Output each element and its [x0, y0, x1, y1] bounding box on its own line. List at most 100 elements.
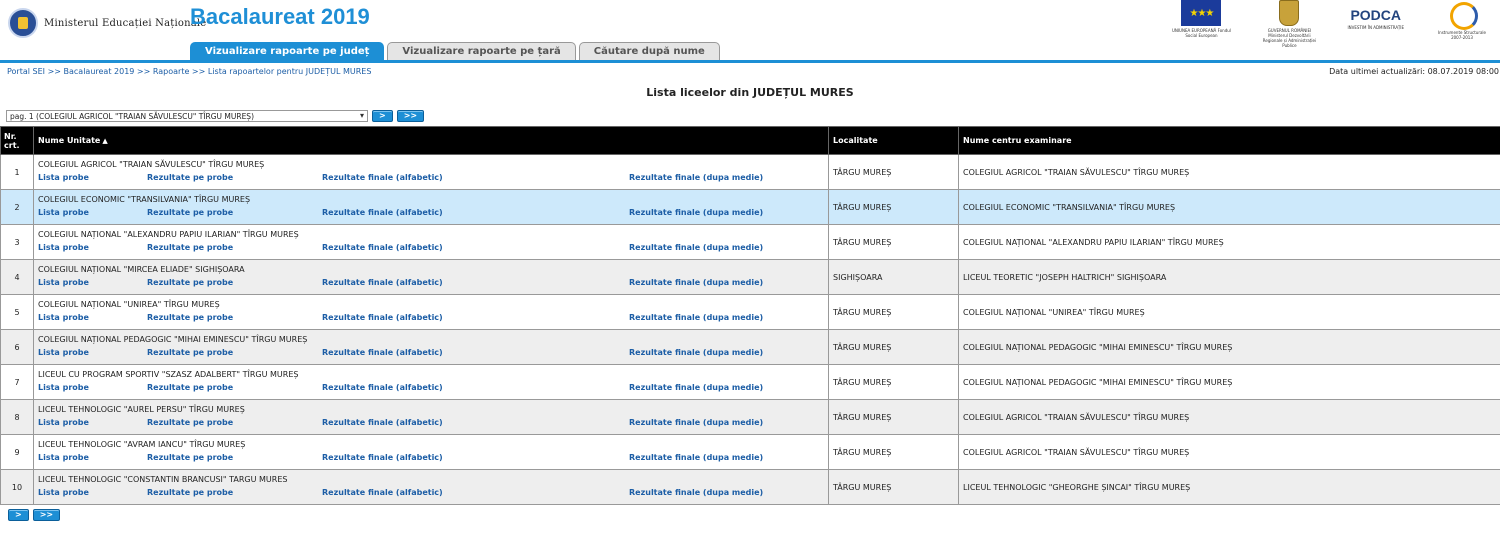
link-rezultate-alfabetic[interactable]: Rezultate finale (alfabetic) [322, 313, 443, 322]
table-row[interactable]: 8 LICEUL TEHNOLOGIC "AUREL PERSU" TÎRGU M… [0, 399, 1500, 435]
unit-links: Lista probe Rezultate pe probe Rezultate f… [38, 173, 824, 185]
exam-center-cell: COLEGIUL NAȚIONAL PEDAGOGIC "MIHAI EMINE… [958, 364, 1500, 400]
link-rezultate-alfabetic[interactable]: Rezultate finale (alfabetic) [322, 453, 443, 462]
ministry-name: Ministerul Educației Naționale [44, 17, 207, 29]
link-rezultate-alfabetic[interactable]: Rezultate finale (alfabetic) [322, 243, 443, 252]
tab-country-reports[interactable]: Vizualizare rapoarte pe țară [387, 42, 576, 60]
table-row[interactable]: 2 COLEGIUL ECONOMIC "TRANSILVANIA" TÎRGU … [0, 189, 1500, 225]
link-rezultate-dupa-medie[interactable]: Rezultate finale (dupa medie) [629, 383, 763, 392]
ministry-seal-icon [8, 8, 38, 38]
link-rezultate-pe-probe[interactable]: Rezultate pe probe [147, 173, 233, 182]
link-lista-probe[interactable]: Lista probe [38, 243, 89, 252]
unit-cell: LICEUL TEHNOLOGIC "AUREL PERSU" TÎRGU MU… [33, 399, 829, 435]
next-page-button[interactable]: > [372, 110, 393, 122]
link-rezultate-alfabetic[interactable]: Rezultate finale (alfabetic) [322, 383, 443, 392]
unit-cell: COLEGIUL NAȚIONAL "MIRCEA ELIADE" SIGHIȘ… [33, 259, 829, 295]
link-rezultate-alfabetic[interactable]: Rezultate finale (alfabetic) [322, 278, 443, 287]
table-row[interactable]: 9 LICEUL TEHNOLOGIC "AVRAM IANCU" TÎRGU M… [0, 434, 1500, 470]
row-number: 10 [0, 469, 34, 505]
link-rezultate-dupa-medie[interactable]: Rezultate finale (dupa medie) [629, 418, 763, 427]
gov-caption: GUVERNUL ROMÂNIEI Ministerul Dezvoltării… [1262, 28, 1317, 48]
unit-name: COLEGIUL NAȚIONAL "UNIREA" TÎRGU MUREȘ [38, 300, 220, 309]
exam-center-cell: COLEGIUL AGRICOL "TRAIAN SĂVULESCU" TÎRG… [958, 399, 1500, 435]
instrumente-structurale-icon [1447, 0, 1478, 30]
breadcrumb[interactable]: Portal SEI >> Bacalaureat 2019 >> Rapoar… [7, 67, 371, 76]
link-rezultate-pe-probe[interactable]: Rezultate pe probe [147, 348, 233, 357]
table-row[interactable]: 7 LICEUL CU PROGRAM SPORTIV "SZASZ ADALBE… [0, 364, 1500, 400]
link-rezultate-dupa-medie[interactable]: Rezultate finale (dupa medie) [629, 453, 763, 462]
locality-cell: TÂRGU MUREȘ [828, 399, 959, 435]
table-row[interactable]: 1 COLEGIUL AGRICOL "TRAIAN SĂVULESCU" TÎR… [0, 154, 1500, 190]
link-rezultate-pe-probe[interactable]: Rezultate pe probe [147, 243, 233, 252]
link-rezultate-pe-probe[interactable]: Rezultate pe probe [147, 418, 233, 427]
unit-name: LICEUL TEHNOLOGIC "AVRAM IANCU" TÎRGU MU… [38, 440, 246, 449]
ministry-brand[interactable]: Ministerul Educației Naționale [8, 8, 206, 38]
link-rezultate-dupa-medie[interactable]: Rezultate finale (dupa medie) [629, 243, 763, 252]
link-lista-probe[interactable]: Lista probe [38, 383, 89, 392]
link-rezultate-alfabetic[interactable]: Rezultate finale (alfabetic) [322, 208, 443, 217]
last-page-button[interactable]: >> [396, 110, 425, 122]
page-title: Lista liceelor din JUDEȚUL MURES [646, 86, 854, 99]
tab-name-search[interactable]: Căutare după nume [578, 42, 720, 60]
row-number: 8 [0, 399, 34, 435]
link-lista-probe[interactable]: Lista probe [38, 418, 89, 427]
link-rezultate-pe-probe[interactable]: Rezultate pe probe [147, 313, 233, 322]
row-number: 2 [0, 189, 34, 225]
unit-links: Lista probe Rezultate pe probe Rezultate f… [38, 243, 824, 255]
locality-cell: TÂRGU MUREȘ [828, 364, 959, 400]
link-lista-probe[interactable]: Lista probe [38, 278, 89, 287]
link-lista-probe[interactable]: Lista probe [38, 313, 89, 322]
link-rezultate-pe-probe[interactable]: Rezultate pe probe [147, 208, 233, 217]
last-page-button-bottom[interactable]: >> [32, 509, 61, 521]
col-unit[interactable]: Nume Unitate ▲ [33, 126, 829, 155]
link-lista-probe[interactable]: Lista probe [38, 208, 89, 217]
link-rezultate-alfabetic[interactable]: Rezultate finale (alfabetic) [322, 173, 443, 182]
next-page-button-bottom[interactable]: > [8, 509, 29, 521]
tab-underline [0, 60, 1500, 63]
link-rezultate-dupa-medie[interactable]: Rezultate finale (dupa medie) [629, 278, 763, 287]
link-lista-probe[interactable]: Lista probe [38, 453, 89, 462]
link-rezultate-dupa-medie[interactable]: Rezultate finale (dupa medie) [629, 348, 763, 357]
table-row[interactable]: 4 COLEGIUL NAȚIONAL "MIRCEA ELIADE" SIGHI… [0, 259, 1500, 295]
link-rezultate-dupa-medie[interactable]: Rezultate finale (dupa medie) [629, 313, 763, 322]
row-number: 3 [0, 224, 34, 260]
link-lista-probe[interactable]: Lista probe [38, 173, 89, 182]
link-rezultate-alfabetic[interactable]: Rezultate finale (alfabetic) [322, 488, 443, 497]
tab-county-reports[interactable]: Vizualizare rapoarte pe județ [190, 42, 385, 60]
link-lista-probe[interactable]: Lista probe [38, 348, 89, 357]
exam-center-cell: COLEGIUL NAȚIONAL "ALEXANDRU PAPIU ILARI… [958, 224, 1500, 260]
table-row[interactable]: 5 COLEGIUL NAȚIONAL "UNIREA" TÎRGU MUREȘ L… [0, 294, 1500, 330]
locality-cell: TÂRGU MUREȘ [828, 329, 959, 365]
link-rezultate-dupa-medie[interactable]: Rezultate finale (dupa medie) [629, 173, 763, 182]
table-row[interactable]: 10 LICEUL TEHNOLOGIC "CONSTANTIN BRANCUSI… [0, 469, 1500, 505]
exam-center-cell: LICEUL TEORETIC "JOSEPH HALTRICH" SIGHIȘ… [958, 259, 1500, 295]
unit-name: COLEGIUL NAȚIONAL "ALEXANDRU PAPIU ILARI… [38, 230, 299, 239]
link-rezultate-alfabetic[interactable]: Rezultate finale (alfabetic) [322, 418, 443, 427]
locality-cell: TÂRGU MUREȘ [828, 469, 959, 505]
link-rezultate-pe-probe[interactable]: Rezultate pe probe [147, 453, 233, 462]
link-rezultate-pe-probe[interactable]: Rezultate pe probe [147, 383, 233, 392]
page-select[interactable]: pag. 1 (COLEGIUL AGRICOL "TRAIAN SĂVULES… [6, 110, 368, 122]
col-locality: Localitate [828, 126, 959, 155]
link-rezultate-pe-probe[interactable]: Rezultate pe probe [147, 278, 233, 287]
link-rezultate-dupa-medie[interactable]: Rezultate finale (dupa medie) [629, 488, 763, 497]
table-row[interactable]: 6 COLEGIUL NAȚIONAL PEDAGOGIC "MIHAI EMIN… [0, 329, 1500, 365]
exam-center-cell: LICEUL TEHNOLOGIC "GHEORGHE ȘINCAI" TÎRG… [958, 469, 1500, 505]
unit-name: COLEGIUL ECONOMIC "TRANSILVANIA" TÎRGU M… [38, 195, 251, 204]
link-rezultate-dupa-medie[interactable]: Rezultate finale (dupa medie) [629, 208, 763, 217]
locality-cell: TÂRGU MUREȘ [828, 434, 959, 470]
pager-top: pag. 1 (COLEGIUL AGRICOL "TRAIAN SĂVULES… [6, 110, 425, 122]
table-header-row: Nr. crt. Nume Unitate ▲ Localitate Nume c… [0, 126, 1500, 155]
unit-links: Lista probe Rezultate pe probe Rezultate f… [38, 488, 824, 500]
unit-name: COLEGIUL NAȚIONAL PEDAGOGIC "MIHAI EMINE… [38, 335, 308, 344]
eu-caption: UNIUNEA EUROPEANĂ Fondul Social European [1171, 28, 1231, 38]
link-rezultate-pe-probe[interactable]: Rezultate pe probe [147, 488, 233, 497]
last-update: Data ultimei actualizări: 08.07.2019 08:… [1329, 67, 1499, 76]
link-rezultate-alfabetic[interactable]: Rezultate finale (alfabetic) [322, 348, 443, 357]
link-lista-probe[interactable]: Lista probe [38, 488, 89, 497]
locality-cell: TÂRGU MUREȘ [828, 224, 959, 260]
row-number: 1 [0, 154, 34, 190]
unit-cell: LICEUL TEHNOLOGIC "AVRAM IANCU" TÎRGU MU… [33, 434, 829, 470]
row-number: 6 [0, 329, 34, 365]
table-row[interactable]: 3 COLEGIUL NAȚIONAL "ALEXANDRU PAPIU ILAR… [0, 224, 1500, 260]
